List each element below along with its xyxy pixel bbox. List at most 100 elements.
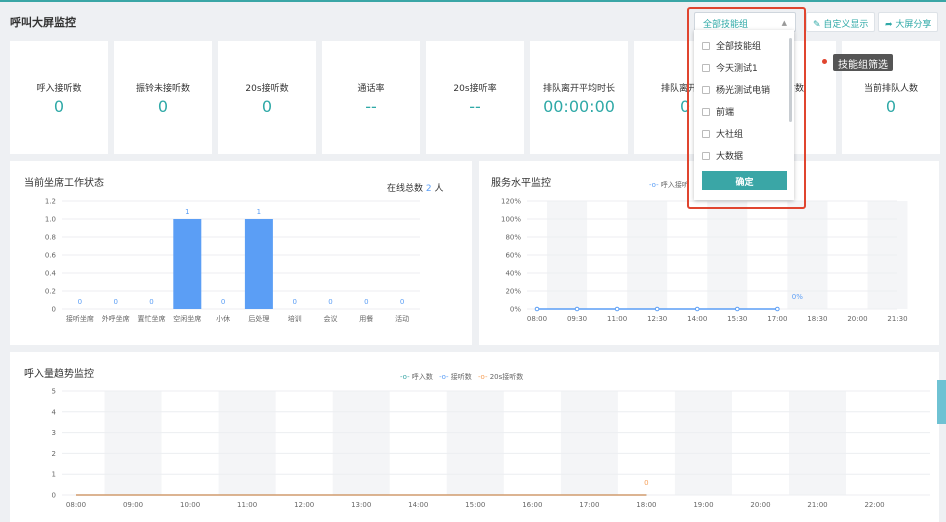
x-tick-label: 14:00 [408,501,428,509]
y-tick-label: 0.4 [45,270,57,278]
dropdown-option[interactable]: 前端 [702,105,734,118]
y-tick-label: 100% [501,216,521,224]
x-tick-label: 16:00 [522,501,542,509]
custom-display-button[interactable]: ✎ 自定义显示 [806,12,876,32]
point-label: 0% [792,293,803,301]
bar-value-label: 0 [78,298,82,306]
x-tick-label: 活动 [395,314,409,323]
share-button[interactable]: ➦ 大屏分享 [878,12,939,32]
checkbox[interactable] [702,108,710,116]
kpi-value: 0 [157,97,169,116]
data-point [734,306,740,312]
checkbox[interactable] [702,64,710,72]
band [446,391,504,495]
band [218,391,276,495]
data-point [654,306,660,312]
custom-display-label: 自定义显示 [823,20,869,30]
y-tick-label: 1.0 [45,216,56,224]
x-tick-label: 12:30 [647,315,667,323]
kpi-card: 20s接听数 0 [218,41,316,154]
kpi-value: 00:00:00 [543,97,615,116]
x-tick-label: 21:30 [887,315,907,323]
x-tick-label: 20:00 [750,501,770,509]
x-tick-label: 置忙坐席 [138,314,166,323]
x-tick-label: 13:00 [351,501,371,509]
x-tick-label: 外呼坐席 [102,314,130,323]
dropdown-option[interactable]: 大社组 [702,127,743,140]
kpi-label: 呼入接听数 [36,84,82,94]
chevron-up-icon: ▲ [781,19,787,27]
data-point [534,306,540,312]
kpi-value: -- [365,97,377,116]
y-tick-label: 2 [52,450,56,458]
band [560,391,618,495]
x-tick-label: 用餐 [359,314,373,323]
edit-icon: ✎ [813,20,821,30]
kpi-card: 排队离开平均时长 00:00:00 [530,41,628,154]
y-tick-label: 0.8 [45,234,56,242]
x-tick-label: 14:00 [687,315,707,323]
side-float-tab[interactable] [937,380,946,424]
x-tick-label: 08:00 [66,501,86,509]
x-tick-label: 21:00 [807,501,827,509]
band [674,391,732,495]
call-trend-panel: 呼入量趋势监控 -o- 呼入数 -o- 接听数 -o- 20s接听数 01234… [10,352,939,522]
dropdown-option[interactable]: 大数据 [702,149,743,162]
bar-value-label: 0 [400,298,404,306]
top-accent-line [0,0,946,2]
data-point [775,306,780,312]
annotation-dot [822,59,827,64]
x-tick-label: 小休 [216,314,230,323]
agent-status-panel: 当前坐席工作状态 在线总数 2 人 0 0.2 0.4 0.6 0.8 1.0 1.2 0 接听… [10,161,472,345]
skill-group-select-value: 全部技能组 [703,20,749,30]
dropdown-option[interactable]: 全部技能组 [702,39,761,52]
kpi-label: 20s接听率 [453,84,497,94]
kpi-value: 0 [885,97,897,116]
x-tick-label: 09:00 [123,501,143,509]
y-tick-label: 4 [52,408,57,416]
kpi-value: 0 [53,97,65,116]
confirm-button[interactable]: 确定 [702,171,787,190]
kpi-label: 通话率 [357,84,385,94]
x-tick-label: 18:30 [807,315,827,323]
checkbox[interactable] [702,42,710,50]
x-tick-label: 空闲坐席 [173,314,201,323]
y-tick-label: 3 [52,429,56,437]
x-tick-label: 19:00 [693,501,713,509]
share-icon: ➦ [885,20,893,30]
dropdown-option[interactable]: 今天测试1 [702,61,758,74]
kpi-card: 通话率 -- [322,41,420,154]
x-tick-label: 12:00 [294,501,314,509]
y-tick-label: 40% [505,270,521,278]
dropdown-option[interactable]: 杨光测试电销 [702,83,770,96]
checkbox[interactable] [702,130,710,138]
y-tick-label: 0 [52,492,56,500]
kpi-label: 20s接听数 [245,84,289,94]
bar-value-label: 0 [221,298,225,306]
skill-group-select[interactable]: 全部技能组 ▲ [694,12,796,32]
bar-value-label: 0 [364,298,368,306]
y-tick-label: 20% [505,288,521,296]
checkbox[interactable] [702,152,710,160]
dropdown-scrollbar[interactable] [789,38,792,122]
dropdown-option-label: 杨光测试电销 [716,86,771,96]
y-tick-label: 80% [505,234,521,242]
x-tick-label: 后处理 [248,314,269,323]
x-tick-label: 18:00 [636,501,656,509]
data-point [614,306,620,312]
data-point [574,306,580,312]
checkbox[interactable] [702,86,710,94]
dropdown-option-label: 大社组 [716,130,744,140]
kpi-value: -- [469,97,481,116]
x-tick-label: 会议 [324,314,338,323]
bar-value-label: 0 [149,298,153,306]
bar-value-label: 0 [292,298,296,306]
y-tick-label: 0% [510,306,521,314]
call-trend-chart: 0 1 2 3 4 5 08:00 09:00 10:00 11:00 12:00 13:00 14:0… [52,388,930,509]
bar-value-label: 1 [185,208,189,216]
x-tick-label: 11:00 [607,315,627,323]
y-tick-label: 0 [52,306,56,314]
kpi-label: 振铃未接听数 [135,84,190,94]
kpi-value: 0 [261,97,273,116]
y-tick-label: 1 [52,471,56,479]
